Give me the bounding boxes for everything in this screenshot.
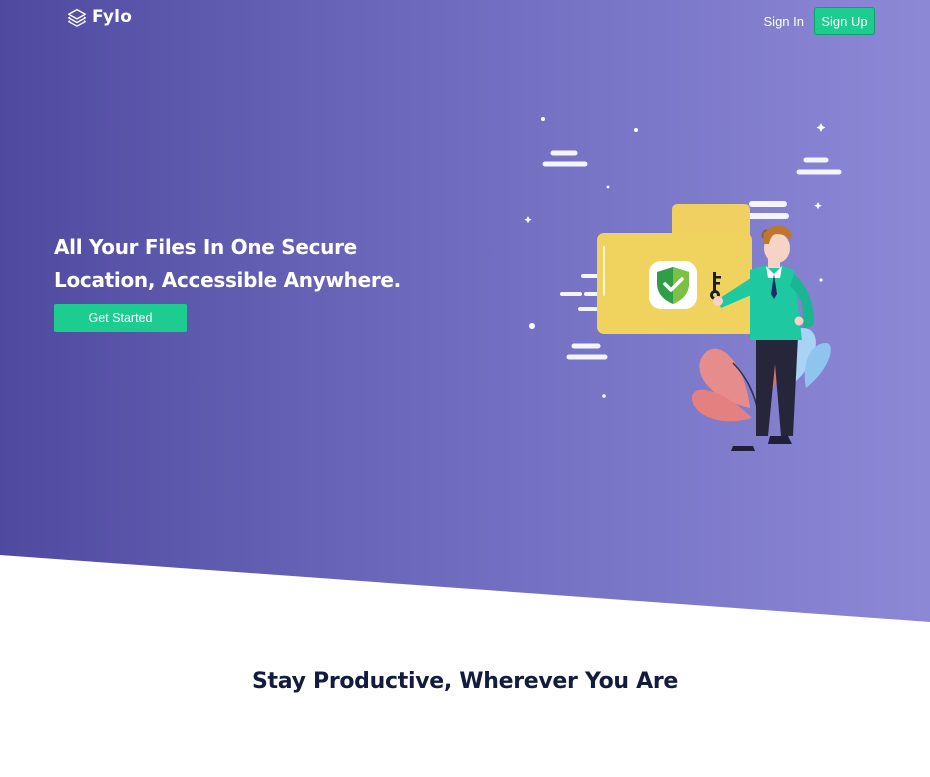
top-nav: Sign In Sign Up (764, 7, 875, 35)
brand-name: Fylo (92, 7, 133, 27)
section-title: Stay Productive, Wherever You Are (251, 669, 679, 694)
logo[interactable]: Fylo (66, 6, 132, 28)
sign-in-link[interactable]: Sign In (764, 14, 804, 29)
hero-headline: All Your Files In One Secure Location, A… (54, 235, 401, 292)
get-started-button[interactable]: Get Started (54, 304, 187, 332)
shield-check-icon (649, 261, 697, 309)
layers-icon (68, 8, 86, 27)
hero-illustration (524, 117, 842, 451)
sign-up-button[interactable]: Sign Up (814, 7, 875, 35)
